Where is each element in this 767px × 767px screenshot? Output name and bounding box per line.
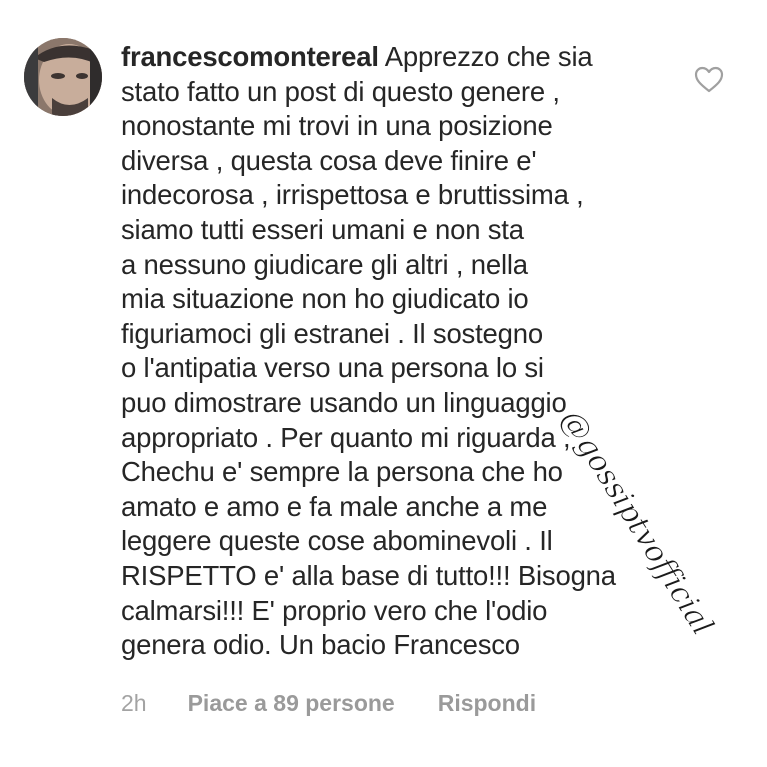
comment-line: a nessuno giudicare gli altri , nella xyxy=(121,248,528,280)
watermark: @gossiptvofficial xyxy=(553,403,720,640)
comment-line: figuriamoci gli estranei . Il sostegno xyxy=(121,317,543,349)
username-link[interactable]: francescomontereal xyxy=(121,41,379,72)
timestamp: 2h xyxy=(121,690,147,716)
reply-button[interactable]: Rispondi xyxy=(438,690,536,717)
comment-line: nonostante mi trovi in una posizione xyxy=(121,110,553,142)
heart-outline-icon[interactable] xyxy=(694,66,724,94)
avatar-face-icon xyxy=(24,38,102,116)
watermark-text: @gossiptvofficial xyxy=(553,404,720,640)
comment-line: stato fatto un post di questo genere , xyxy=(121,75,560,107)
comment-footer: 2h Piace a 89 persone Rispondi xyxy=(121,690,536,717)
comment-line: indecorosa , irrispettosa e bruttissima … xyxy=(121,179,584,211)
likes-count-link[interactable]: Piace a 89 persone xyxy=(188,690,395,717)
avatar[interactable] xyxy=(24,38,102,116)
comment-line: francescomontereal Apprezzo che sia xyxy=(121,40,681,75)
comment-line-text: Apprezzo che sia xyxy=(384,41,593,72)
comment-line: mia situazione non ho giudicato io xyxy=(121,283,529,315)
comment-line: diversa , questa cosa deve finire e' xyxy=(121,144,537,176)
comment-line: o l'antipatia verso una persona lo si xyxy=(121,352,544,384)
comment-line: siamo tutti esseri umani e non sta xyxy=(121,213,524,245)
